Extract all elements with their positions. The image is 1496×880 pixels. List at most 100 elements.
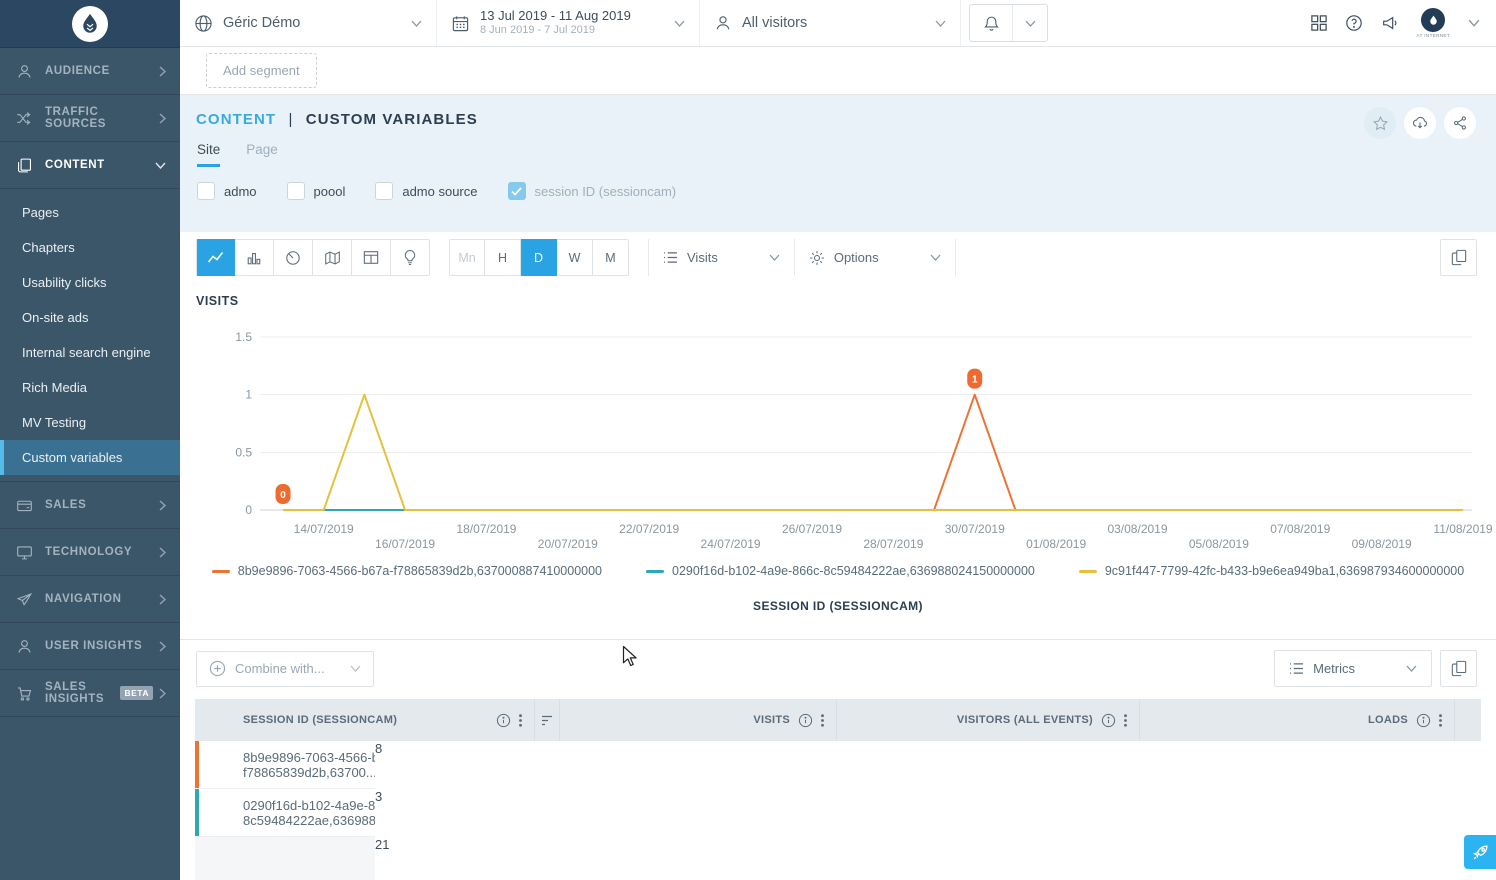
info-icon[interactable]: [1416, 713, 1431, 728]
date-range: 13 Jul 2019 - 11 Aug 2019 8 Jun 2019 - 7…: [480, 8, 631, 38]
filter-admo[interactable]: admo: [197, 182, 257, 200]
sidebar-item-sales[interactable]: SALES: [0, 482, 180, 529]
x-axis-title: SESSION ID (SESSIONCAM): [180, 599, 1496, 613]
sidebar-item-pages[interactable]: Pages: [0, 195, 180, 230]
visitor-segment-label: All visitors: [742, 15, 807, 31]
tab-page[interactable]: Page: [246, 142, 278, 167]
chevron-right-icon: [159, 594, 166, 605]
granularity-w-button[interactable]: W: [557, 239, 593, 276]
sidebar-item-mv-testing[interactable]: MV Testing: [0, 405, 180, 440]
column-header-loads[interactable]: LOADS: [1140, 699, 1455, 741]
sidebar-item-label: AUDIENCE: [45, 65, 110, 77]
chart-type-group: [196, 239, 430, 276]
filter-session-id-sessioncam[interactable]: session ID (sessioncam): [508, 182, 677, 200]
chart-toolbar: Mn H D W M Visits Options: [180, 232, 1496, 280]
bar-chart-button[interactable]: [235, 239, 274, 276]
sidebar-item-rich-media[interactable]: Rich Media: [0, 370, 180, 405]
kebab-menu-icon[interactable]: [821, 714, 824, 727]
chevron-down-icon[interactable]: [1013, 20, 1047, 27]
pie-chart-button[interactable]: [274, 239, 313, 276]
content-subnav: Pages Chapters Usability clicks On-site …: [0, 189, 180, 482]
share-button[interactable]: [1444, 107, 1476, 139]
export-chart-button[interactable]: [1440, 239, 1477, 276]
column-header-session-id[interactable]: SESSION ID (SESSIONCAM): [195, 699, 535, 741]
table-toolbar: Combine with... Metrics: [180, 640, 1496, 695]
kebab-menu-icon[interactable]: [1439, 714, 1442, 727]
info-icon[interactable]: [1101, 713, 1116, 728]
chart-title: VISITS: [196, 294, 239, 308]
download-button[interactable]: [1404, 107, 1436, 139]
data-table: SESSION ID (SESSIONCAM) VISITS VISITORS …: [195, 699, 1481, 880]
insight-bulb-button[interactable]: [391, 239, 430, 276]
account-menu[interactable]: AT INTERNET: [1417, 8, 1451, 38]
combine-with-selector[interactable]: Combine with...: [196, 651, 374, 687]
chevron-down-icon[interactable]: [1468, 19, 1480, 27]
legend-dash-icon: [212, 570, 230, 573]
table-row[interactable]: 8b9e9896-7063-4566-b67a-f78865839d2b,637…: [195, 741, 1481, 789]
export-table-button[interactable]: [1440, 650, 1477, 687]
chevron-down-icon: [155, 162, 166, 169]
sidebar-item-content[interactable]: CONTENT: [0, 142, 180, 189]
legend-item[interactable]: 8b9e9896-7063-4566-b67a-f78865839d2b,637…: [212, 564, 602, 578]
date-range-selector[interactable]: 13 Jul 2019 - 11 Aug 2019 8 Jun 2019 - 7…: [437, 0, 700, 46]
sidebar-item-navigation[interactable]: NAVIGATION: [0, 576, 180, 623]
filter-admo-source[interactable]: admo source: [375, 182, 477, 200]
sidebar-item-label: CONTENT: [45, 159, 105, 171]
granularity-d-button[interactable]: D: [521, 239, 557, 276]
svg-text:24/07/2019: 24/07/2019: [701, 537, 761, 551]
granularity-h-button[interactable]: H: [485, 239, 521, 276]
sort-column-header[interactable]: [535, 699, 560, 741]
brand-logo[interactable]: [0, 0, 180, 48]
shuffle-icon: [16, 110, 33, 127]
map-button[interactable]: [313, 239, 352, 276]
list-icon: [663, 251, 678, 264]
breadcrumb-section[interactable]: CONTENT: [196, 111, 276, 128]
megaphone-icon[interactable]: [1381, 14, 1399, 32]
kebab-menu-icon[interactable]: [1124, 714, 1127, 727]
sidebar-item-usability-clicks[interactable]: Usability clicks: [0, 265, 180, 300]
table-layout-button[interactable]: [352, 239, 391, 276]
sidebar-item-traffic-sources[interactable]: TRAFFIC SOURCES: [0, 95, 180, 142]
legend-item[interactable]: 9c91f447-7799-42fc-b433-b9e6ea949ba1,636…: [1079, 564, 1464, 578]
sidebar-item-audience[interactable]: AUDIENCE: [0, 48, 180, 95]
sidebar-item-technology[interactable]: TECHNOLOGY: [0, 529, 180, 576]
plus-circle-icon: [209, 660, 226, 677]
legend-item[interactable]: 0290f16d-b102-4a9e-866c-8c59484222ae,636…: [646, 564, 1035, 578]
column-header-visits[interactable]: VISITS: [560, 699, 837, 741]
sidebar-item-internal-search-engine[interactable]: Internal search engine: [0, 335, 180, 370]
column-header-visitors[interactable]: VISITORS (ALL EVENTS): [837, 699, 1140, 741]
tab-site[interactable]: Site: [197, 142, 220, 167]
svg-text:0.5: 0.5: [235, 445, 252, 459]
sidebar-item-on-site-ads[interactable]: On-site ads: [0, 300, 180, 335]
kebab-menu-icon[interactable]: [519, 714, 522, 727]
svg-text:05/08/2019: 05/08/2019: [1189, 537, 1249, 551]
info-icon[interactable]: [496, 713, 511, 728]
sidebar-item-user-insights[interactable]: USER INSIGHTS: [0, 623, 180, 670]
sidebar-item-custom-variables[interactable]: Custom variables: [0, 440, 180, 475]
quick-launch-rocket-button[interactable]: [1464, 835, 1496, 869]
line-chart-button[interactable]: [196, 239, 235, 276]
person-icon: [714, 14, 732, 32]
options-selector[interactable]: Options: [795, 239, 956, 276]
topbar-right-icons: AT INTERNET: [1311, 0, 1496, 46]
line-chart-canvas[interactable]: 00.511.514/07/201916/07/201918/07/201920…: [180, 325, 1496, 560]
chevron-right-icon: [159, 688, 166, 699]
sidebar-item-sales-insights[interactable]: SALES INSIGHTS BETA: [0, 670, 180, 717]
add-segment-button[interactable]: Add segment: [206, 53, 317, 88]
metric-selector[interactable]: Visits: [649, 239, 795, 276]
site-selector[interactable]: Géric Démo: [180, 0, 437, 46]
apps-grid-icon[interactable]: [1311, 15, 1327, 31]
help-icon[interactable]: [1345, 14, 1363, 32]
granularity-m-button[interactable]: M: [593, 239, 629, 276]
date-range-comparison: 8 Jun 2019 - 7 Jul 2019: [480, 24, 631, 38]
table-row[interactable]: 0290f16d-b102-4a9e-866c-8c59484222ae,636…: [195, 789, 1481, 837]
beta-badge: BETA: [120, 686, 153, 700]
notifications-bell-button[interactable]: [970, 5, 1013, 41]
info-icon[interactable]: [798, 713, 813, 728]
filter-poool[interactable]: poool: [287, 182, 346, 200]
visitor-segment-selector[interactable]: All visitors: [700, 0, 961, 46]
sidebar-item-chapters[interactable]: Chapters: [0, 230, 180, 265]
alerts-group: [969, 4, 1048, 42]
metrics-selector[interactable]: Metrics: [1274, 650, 1432, 687]
favorite-button[interactable]: [1364, 107, 1396, 139]
